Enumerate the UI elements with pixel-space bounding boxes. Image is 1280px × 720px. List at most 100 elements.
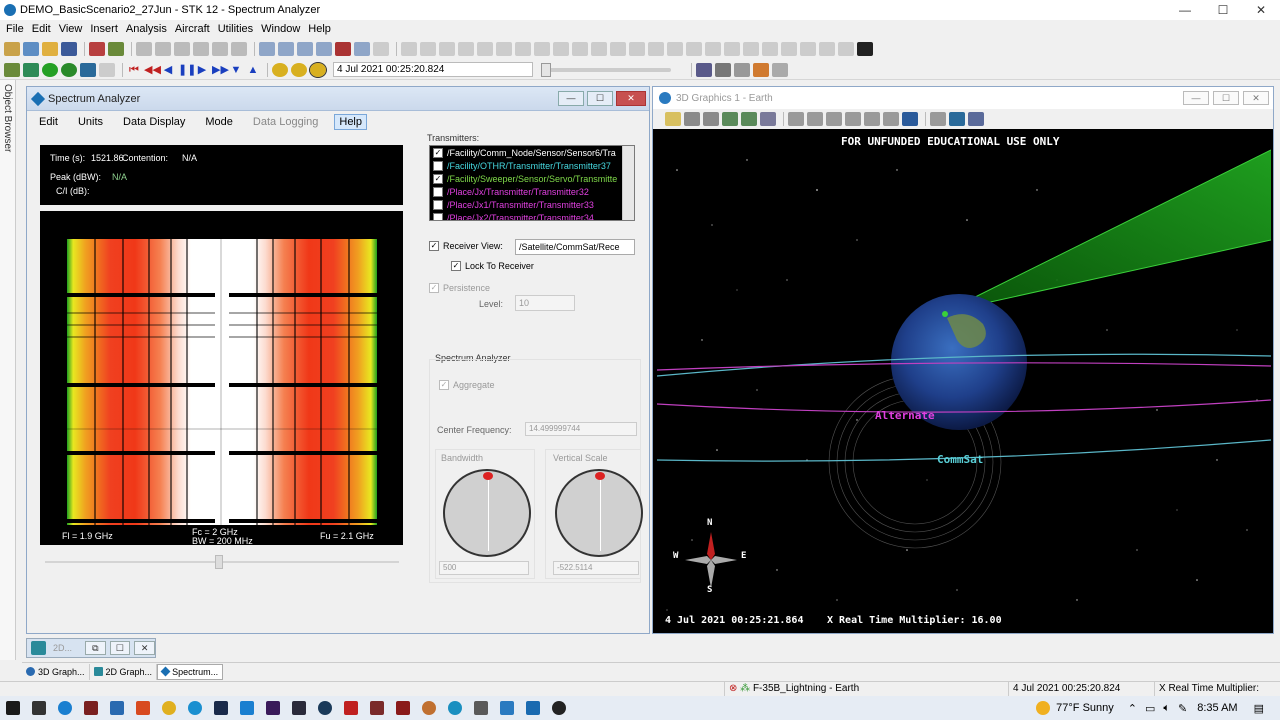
pause-button[interactable]: ❚❚ (178, 63, 196, 77)
time-slider[interactable] (541, 62, 671, 77)
menu-help[interactable]: Help (308, 23, 331, 35)
camera-icon[interactable] (760, 112, 776, 126)
app4-icon[interactable] (370, 701, 384, 715)
app-icon[interactable] (84, 701, 98, 715)
play-reverse-button[interactable]: ◀ (161, 63, 175, 77)
edge-icon[interactable] (58, 701, 72, 715)
vehicle-icon[interactable] (534, 42, 550, 56)
graphics-3d-scene[interactable] (657, 130, 1271, 630)
delete-icon[interactable] (89, 42, 105, 56)
new-icon[interactable] (23, 42, 39, 56)
stk-taskbar-icon[interactable] (448, 701, 462, 715)
steam-icon[interactable] (318, 701, 332, 715)
place-icon[interactable] (553, 42, 569, 56)
transmitter-checkbox[interactable] (433, 186, 443, 197)
ship-icon[interactable] (515, 42, 531, 56)
sa-maximize-button[interactable]: ☐ (587, 91, 613, 106)
g3d-close-button[interactable]: ✕ (1243, 91, 1269, 105)
radar-icon[interactable] (762, 42, 778, 56)
minimized-2d-window[interactable]: 2D... ⧉ ☐ ✕ (26, 638, 156, 658)
vertical-scale-knob[interactable] (555, 469, 643, 557)
transmitter-checkbox[interactable] (433, 160, 443, 171)
facility-icon[interactable] (420, 42, 436, 56)
area-target-icon[interactable] (591, 42, 607, 56)
menu-window[interactable]: Window (261, 23, 300, 35)
close-button[interactable]: ✕ (1242, 0, 1280, 20)
transmitter-item[interactable]: ✓ /Facility/Comm_Node/Sensor/Sensor6/Tra (430, 146, 634, 159)
target-icon[interactable] (572, 42, 588, 56)
minimize-button[interactable]: — (1166, 0, 1204, 20)
planet-icon[interactable] (724, 42, 740, 56)
volumetric-icon[interactable] (705, 42, 721, 56)
missile-icon[interactable] (838, 42, 854, 56)
volume-icon[interactable]: 🔈︎ (1163, 702, 1170, 715)
calendar-icon[interactable] (696, 62, 712, 77)
chevron-up-icon[interactable]: ⌃ (1128, 702, 1137, 715)
edge-dev-icon[interactable] (188, 701, 202, 715)
satellite-icon[interactable] (401, 42, 417, 56)
app6-icon[interactable] (422, 701, 436, 715)
app3-icon[interactable] (344, 701, 358, 715)
print-icon[interactable] (136, 42, 152, 56)
g3d-maximize-button[interactable]: ☐ (1213, 91, 1239, 105)
weather-text[interactable]: 77°F Sunny (1056, 702, 1114, 714)
frequency-slider[interactable] (45, 555, 399, 569)
sa-menu-data-display[interactable]: Data Display (119, 115, 189, 129)
filter-icon[interactable] (715, 62, 731, 77)
reset-button[interactable]: ⏮ (127, 63, 141, 77)
real-time-icon[interactable] (272, 62, 288, 77)
open-icon[interactable] (42, 42, 58, 56)
transmitters-list[interactable]: ✓ /Facility/Comm_Node/Sensor/Sensor6/Tra… (429, 145, 635, 221)
app2-icon[interactable] (292, 701, 306, 715)
zoom-out-icon[interactable] (278, 42, 294, 56)
options-icon[interactable] (772, 62, 788, 77)
tab-3d-graphics[interactable]: 3D Graph... (22, 663, 90, 680)
notifications-icon[interactable]: ▤ (1254, 702, 1264, 715)
mail-icon[interactable] (110, 701, 124, 715)
play-button[interactable]: ▶ (195, 63, 209, 77)
attitude-icon[interactable] (686, 42, 702, 56)
current-time-field[interactable]: 4 Jul 2021 00:25:20.824 (333, 62, 533, 77)
pan-icon[interactable] (316, 42, 332, 56)
settings-icon[interactable] (753, 62, 769, 77)
globe-icon[interactable] (373, 42, 389, 56)
paste-icon[interactable] (193, 42, 209, 56)
step-back-button[interactable]: ◀◀ (144, 63, 161, 77)
constellation-icon[interactable] (629, 42, 645, 56)
report-icon[interactable] (108, 42, 124, 56)
clock-text[interactable]: 8:35 AM (1197, 702, 1237, 714)
step-forward-button[interactable]: ▶▶ (212, 63, 229, 77)
start-icon[interactable] (6, 701, 20, 715)
launch-icon[interactable] (819, 42, 835, 56)
sa-menu-units[interactable]: Units (74, 115, 107, 129)
premiere-icon[interactable] (266, 701, 280, 715)
undo-icon[interactable] (231, 42, 247, 56)
link-icon[interactable] (99, 62, 115, 77)
chain-icon[interactable] (610, 42, 626, 56)
restore-button[interactable]: ⧉ (84, 641, 106, 655)
maximize-button[interactable]: ☐ (109, 641, 131, 655)
zoom-in-icon[interactable] (259, 42, 275, 56)
display-icon[interactable] (968, 112, 984, 126)
transmitter-item[interactable]: /Place/Jx/Transmitter/Transmitter32 (430, 185, 634, 198)
brave-icon[interactable] (136, 701, 150, 715)
properties-icon[interactable] (354, 42, 370, 56)
figure-of-merit-icon[interactable] (667, 42, 683, 56)
g3d-minimize-button[interactable]: — (1183, 91, 1209, 105)
new-scenario-icon[interactable] (4, 42, 20, 56)
time-slider-thumb[interactable] (541, 62, 551, 77)
tab-spectrum-analyzer[interactable]: Spectrum... (157, 663, 224, 680)
lla-icon[interactable] (800, 42, 816, 56)
transmitter-item[interactable]: /Place/Jx2/Transmitter/Transmitter34 (430, 211, 634, 220)
sensor-icon[interactable] (439, 42, 455, 56)
pen-icon[interactable]: ✎ (1178, 702, 1187, 715)
tab-2d-graphics[interactable]: 2D Graph... (90, 663, 158, 680)
menu-view[interactable]: View (59, 23, 83, 35)
transmitter-item[interactable]: ✓ /Facility/Sweeper/Sensor/Servo/Transmi… (430, 172, 634, 185)
persistence-checkbox[interactable]: ✓ (429, 283, 439, 293)
fly-icon[interactable] (930, 112, 946, 126)
help-icon[interactable] (335, 42, 351, 56)
snapshot-icon[interactable] (883, 112, 899, 126)
save-icon[interactable] (61, 42, 77, 56)
zoom-icon[interactable] (684, 112, 700, 126)
